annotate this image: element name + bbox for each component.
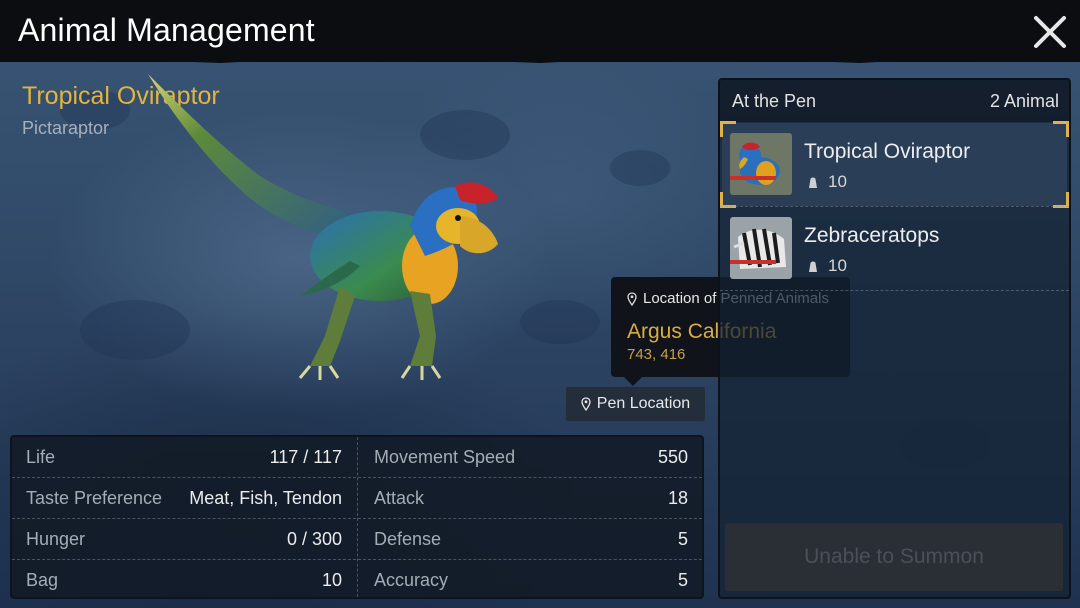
location-pin-icon [627, 291, 637, 306]
stat-accuracy: Accuracy 5 [374, 560, 688, 601]
stat-value: 18 [667, 488, 688, 508]
pen-item-level: 10 [806, 172, 847, 192]
pen-item-name: Tropical Oviraptor [804, 140, 971, 163]
stat-value: 0 / 300 [286, 529, 342, 549]
pen-item-level: 10 [806, 256, 847, 276]
stat-attack: Attack 18 [374, 478, 688, 519]
stat-taste-preference: Taste Preference Meat, Fish, Tendon [26, 478, 342, 519]
stat-label: Attack [374, 488, 425, 508]
stat-label: Bag [26, 570, 59, 590]
stat-value: 5 [677, 570, 688, 590]
stat-value: Meat, Fish, Tendon [189, 488, 342, 508]
stat-value: 550 [657, 447, 688, 467]
level-icon [809, 261, 817, 272]
stat-defense: Defense 5 [374, 519, 688, 560]
stat-label: Hunger [26, 529, 86, 549]
stat-bag: Bag 10 [26, 560, 342, 601]
stat-value: 117 / 117 [269, 447, 342, 467]
health-bar [730, 176, 776, 180]
stat-label: Life [26, 447, 56, 467]
close-button[interactable] [1030, 12, 1070, 52]
header-bar: Animal Management [0, 0, 1080, 62]
stat-value: 10 [321, 570, 342, 590]
pen-location-coordinates: 743, 416 [627, 346, 686, 363]
stat-value: 5 [677, 529, 688, 549]
pen-item-level-value: 10 [828, 172, 847, 191]
level-icon [809, 177, 817, 188]
page-title: Animal Management [18, 12, 315, 48]
pen-item-name: Zebraceratops [804, 224, 940, 247]
summon-button[interactable]: Unable to Summon [725, 523, 1063, 591]
health-bar [730, 260, 776, 264]
stat-label: Taste Preference [26, 488, 163, 508]
stat-hunger: Hunger 0 / 300 [26, 519, 342, 560]
pen-panel-title: At the Pen [732, 91, 817, 111]
pen-location-button-label: Pen Location [596, 395, 691, 412]
pen-list-item-zebraceratops[interactable]: Zebraceratops 10 [722, 207, 1067, 290]
pen-item-level-value: 10 [828, 256, 847, 275]
pen-list-item-tropical-oviraptor[interactable]: Tropical Oviraptor 10 [720, 121, 1069, 208]
tooltip-arrow [624, 377, 642, 386]
animal-thumbnail [730, 133, 792, 195]
animal-thumbnail [730, 217, 792, 279]
pen-panel: At the Pen 2 Animal Tropical Oviraptor 1… [718, 78, 1071, 599]
pen-location-button[interactable]: Pen Location [566, 387, 705, 421]
stats-panel: Life 117 / 117 Taste Preference Meat, Fi… [10, 435, 704, 599]
stat-label: Movement Speed [374, 447, 516, 467]
stat-label: Accuracy [374, 570, 449, 590]
pen-panel-header: At the Pen 2 Animal [720, 80, 1069, 122]
stat-label: Defense [374, 529, 442, 549]
header-torn-edge [0, 56, 1080, 63]
animal-species: Pictaraptor [22, 118, 110, 138]
pen-animal-count: 2 Animal [989, 91, 1059, 111]
stat-movement-speed: Movement Speed 550 [374, 437, 688, 478]
stat-life: Life 117 / 117 [26, 437, 342, 478]
close-icon [1034, 16, 1066, 48]
animal-model-image[interactable] [140, 66, 520, 386]
location-pin-icon [581, 397, 591, 411]
